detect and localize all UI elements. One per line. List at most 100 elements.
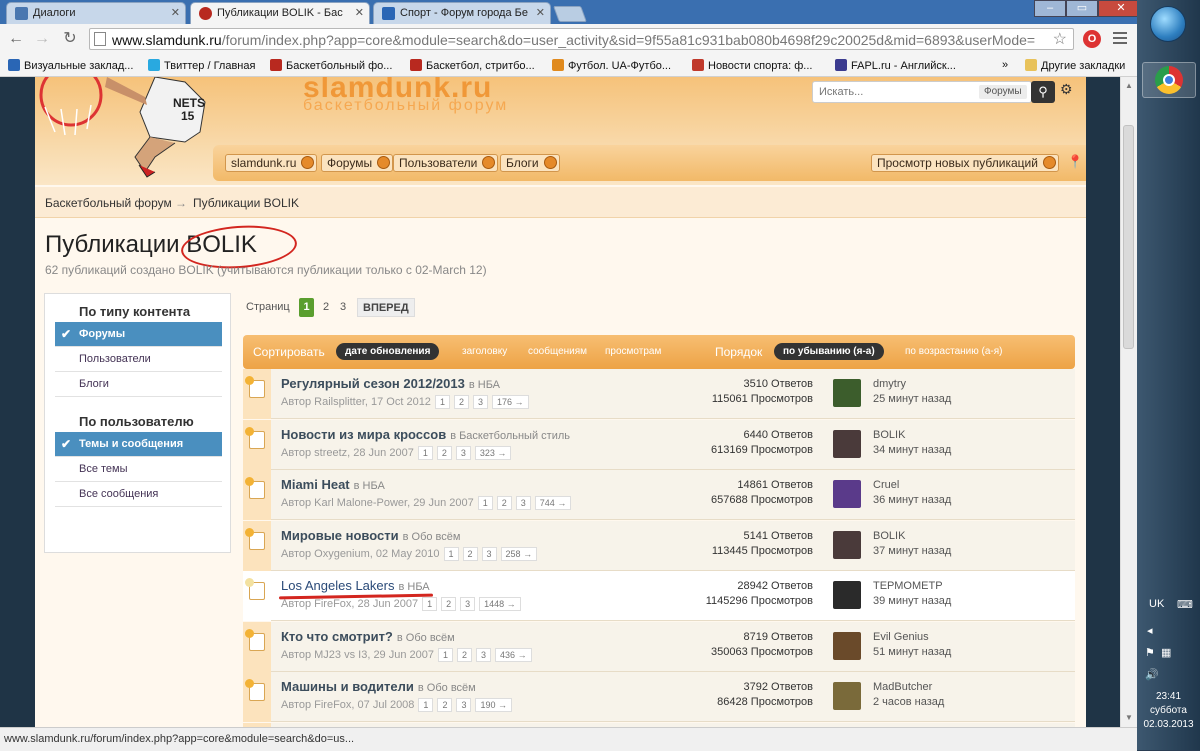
filter-blogs[interactable]: Блоги [55,372,222,397]
topic-page-link[interactable]: 1 [417,445,433,460]
close-icon[interactable]: ✕ [355,6,364,19]
page-3[interactable]: 3 [338,298,348,317]
topic-page-link[interactable]: 3 [456,698,472,712]
topic-title-link[interactable]: Кто что смотрит? [281,629,393,644]
avatar[interactable] [833,530,861,559]
topic-page-link[interactable]: 176 → [491,395,529,409]
show-hidden-icon[interactable]: ◂ [1147,624,1153,637]
nav-home[interactable]: slamdunk.ru [225,154,318,172]
menu-icon[interactable] [1113,32,1127,47]
breadcrumb-current[interactable]: Публикации BOLIK [193,196,299,210]
other-bookmarks-folder[interactable]: Другие закладки [1025,59,1125,72]
filter-topics-posts[interactable]: ✔ Темы и сообщения [55,432,222,457]
address-bar[interactable]: www.slamdunk.ru/forum/index.php?app=core… [89,28,1074,50]
last-poster[interactable]: dmytry [873,377,951,392]
volume-icon[interactable]: 🔊 [1145,668,1159,681]
new-tab-button[interactable] [553,6,587,22]
taskbar-chrome[interactable] [1142,62,1196,98]
search-icon[interactable]: ⚲ [1031,81,1055,103]
avatar[interactable] [833,631,861,660]
topic-page-link[interactable]: 2 [453,395,469,409]
last-poster[interactable]: MadButcher [873,680,944,695]
topic-page-link[interactable]: 2 [441,597,457,611]
topic-page-link[interactable]: 3 [481,546,497,561]
topic-page-link[interactable]: 2 [457,647,473,662]
bookmark-item[interactable]: Визуальные заклад... [8,59,133,72]
minimize-button[interactable]: – [1034,0,1066,17]
breadcrumb-forum[interactable]: Баскетбольный форум [45,196,172,210]
close-icon[interactable]: ✕ [536,6,545,19]
bookmark-item[interactable]: Футбол. UA-Футбо... [552,59,671,72]
topic-page-link[interactable]: 1 [477,496,493,510]
topic-unread-icon[interactable] [245,578,265,600]
close-icon[interactable]: ✕ [171,6,180,19]
bookmark-item[interactable]: Баскетбольный фо... [270,59,392,72]
filter-all-posts[interactable]: Все сообщения [55,482,222,507]
topic-unread-icon[interactable] [245,527,265,550]
scroll-up-icon[interactable]: ▲ [1124,81,1134,90]
topic-page-link[interactable]: 3 [472,395,488,409]
avatar[interactable] [833,429,861,458]
more-bookmarks-button[interactable]: » [1002,59,1008,71]
filter-all-topics[interactable]: Все темы [55,457,222,482]
topic-page-link[interactable]: 2 [436,445,452,460]
topic-forum[interactable]: в Баскетбольный стиль [450,430,570,442]
topic-page-link[interactable]: 2 [437,698,453,712]
topic-title-link[interactable]: Регулярный сезон 2012/2013 [281,376,465,391]
filter-forums[interactable]: ✔ Форумы [55,322,222,347]
language-indicator[interactable]: UK [1149,598,1164,610]
clock-time[interactable]: 23:41 [1137,690,1200,703]
topic-page-link[interactable]: 3 [476,647,492,662]
keyboard-icon[interactable]: ⌨ [1177,598,1193,611]
search-scope-select[interactable]: Форумы [979,85,1027,99]
topic-page-link[interactable]: 2 [496,496,512,510]
extension-icon[interactable]: O [1083,30,1101,48]
tab-sport-forum[interactable]: Спорт - Форум города Бе ✕ [373,2,551,24]
bookmark-item[interactable]: Баскетбол, стритбо... [410,59,535,72]
avatar[interactable] [833,581,861,609]
topic-title-link[interactable]: Los Angeles Lakers [281,578,394,593]
tab-dialogs[interactable]: Диалоги ✕ [6,2,186,24]
scroll-down-icon[interactable]: ▼ [1124,713,1134,722]
sort-by-posts[interactable]: сообщениям [528,346,587,357]
sort-by-title[interactable]: заголовку [462,346,507,357]
topic-forum[interactable]: в НБА [469,379,500,391]
topic-unread-icon[interactable] [245,426,265,449]
order-desc[interactable]: по убыванию (я-а) [774,343,884,360]
start-button[interactable] [1150,6,1186,42]
bookmark-item[interactable]: Твиттер / Главная [148,59,255,72]
bookmark-item[interactable]: FAPL.ru - Английск... [835,59,956,72]
topic-page-link[interactable]: 1 [438,647,454,662]
topic-page-link[interactable]: 1 [434,395,450,409]
gear-icon[interactable]: ⚙ [1060,81,1073,98]
sort-by-views[interactable]: просмотрам [605,346,661,357]
tab-publications[interactable]: Публикации BOLIK - Бас ✕ [190,2,370,24]
page-2[interactable]: 2 [321,298,331,317]
topic-page-link[interactable]: 2 [462,546,478,561]
page-1[interactable]: 1 [299,298,314,317]
topic-title-link[interactable]: Мировые новости [281,528,399,543]
last-poster[interactable]: Cruel [873,478,951,493]
flag-icon[interactable]: ⚑ [1145,646,1155,659]
topic-unread-icon[interactable] [245,477,265,499]
avatar[interactable] [833,682,861,710]
nav-blogs[interactable]: Блоги [500,154,560,172]
topic-page-link[interactable]: 190 → [475,698,512,712]
topic-forum[interactable]: в НБА [398,581,429,593]
topic-unread-icon[interactable] [245,679,265,701]
location-pin-icon[interactable]: 📍 [1067,154,1083,170]
topic-page-link[interactable]: 1 [443,546,459,561]
topic-page-link[interactable]: 3 [515,496,531,510]
topic-page-link[interactable]: 258 → [500,546,538,561]
topic-title-link[interactable]: Miami Heat [281,477,350,492]
topic-page-link[interactable]: 323 → [474,445,512,460]
reload-icon[interactable]: ↻ [61,30,79,48]
bookmark-item[interactable]: Новости спорта: ф... [692,59,812,72]
forward-icon[interactable]: → [33,30,51,48]
network-icon[interactable]: ▦ [1161,646,1171,659]
last-poster[interactable]: BOLIK [873,428,951,443]
order-asc[interactable]: по возрастанию (а-я) [905,346,1003,357]
scroll-thumb[interactable] [1123,125,1134,349]
sort-by-date[interactable]: дате обновления [336,343,440,360]
topic-forum[interactable]: в НБА [354,480,385,492]
